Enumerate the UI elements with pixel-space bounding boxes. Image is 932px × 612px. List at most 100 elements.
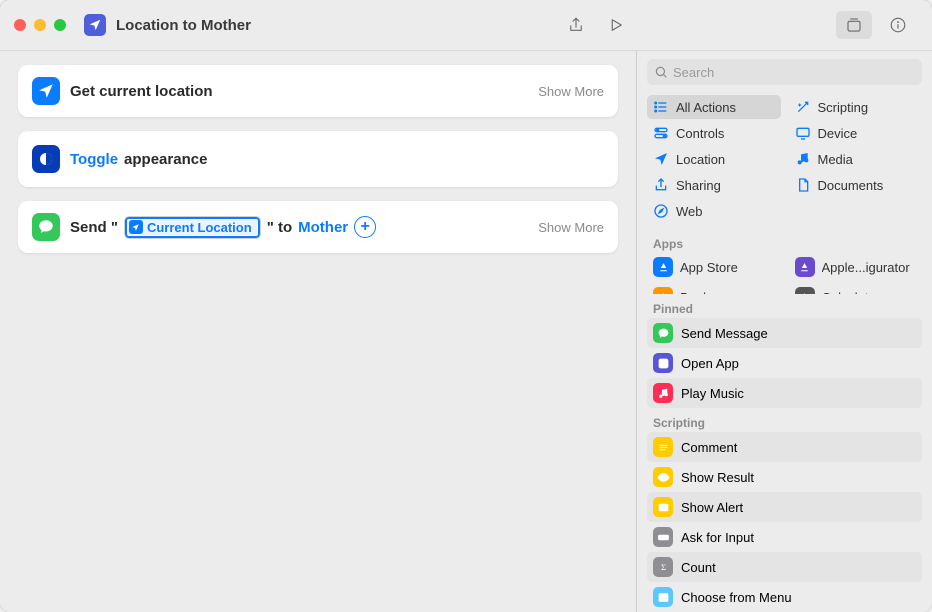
share-button[interactable] (558, 11, 594, 39)
toggle-parameter[interactable]: Toggle (70, 151, 118, 168)
action-label: Choose from Menu (681, 590, 792, 605)
action-label: Open App (681, 356, 739, 371)
app-item[interactable]: Apple...igurator (789, 253, 923, 281)
category-location[interactable]: Location (647, 147, 781, 171)
action-label: Send Message (681, 326, 768, 341)
run-button[interactable] (598, 11, 634, 39)
category-label: Media (818, 152, 853, 167)
apps-grid: App Store Apple...igurator Books Calculator (637, 253, 932, 294)
square-arrow-icon (653, 353, 673, 373)
input-icon (653, 527, 673, 547)
action-title: Toggle appearance (70, 151, 604, 168)
action-suffix: appearance (124, 151, 207, 168)
svg-text:Σ: Σ (660, 562, 665, 572)
pinned-list: Send Message Open App Play Music (637, 318, 932, 408)
app-icon (795, 257, 815, 277)
messages-icon (32, 213, 60, 241)
wand-icon (795, 99, 811, 115)
send-prefix: Send " (70, 219, 118, 236)
location-arrow-icon (32, 77, 60, 105)
traffic-lights (14, 19, 66, 31)
scripting-action[interactable]: Show Alert (647, 492, 922, 522)
scripting-action[interactable]: Σ Count (647, 552, 922, 582)
category-label: Scripting (818, 100, 869, 115)
category-web[interactable]: Web (647, 199, 781, 223)
eye-icon (653, 467, 673, 487)
action-label: Count (681, 560, 716, 575)
share-icon (653, 177, 669, 193)
app-item[interactable]: Books (647, 283, 781, 294)
category-device[interactable]: Device (789, 121, 923, 145)
actions-library-sidebar: All Actions Scripting Controls Device Locati… (636, 51, 932, 612)
category-label: Web (676, 204, 703, 219)
send-mid: " to (267, 219, 292, 236)
app-label: App Store (680, 260, 738, 275)
app-item[interactable]: App Store (647, 253, 781, 281)
action-label: Play Music (681, 386, 744, 401)
recipient-parameter[interactable]: Mother (298, 219, 348, 236)
monitor-icon (795, 125, 811, 141)
location-arrow-icon (653, 151, 669, 167)
scripting-action[interactable]: Comment (647, 432, 922, 462)
safari-icon (653, 203, 669, 219)
section-header-apps: Apps (637, 229, 932, 253)
action-label: Show Result (681, 470, 754, 485)
pinned-action[interactable]: Play Music (647, 378, 922, 408)
scripting-action[interactable]: Ask for Input (647, 522, 922, 552)
app-label: Apple...igurator (822, 260, 910, 275)
pinned-action[interactable]: Open App (647, 348, 922, 378)
category-controls[interactable]: Controls (647, 121, 781, 145)
scripting-action[interactable]: Choose from Menu (647, 582, 922, 612)
alert-icon (653, 497, 673, 517)
window-body: Get current location Show More Toggle ap… (0, 50, 932, 612)
show-more-button[interactable]: Show More (538, 220, 604, 235)
category-documents[interactable]: Documents (789, 173, 923, 197)
section-header-pinned: Pinned (637, 294, 932, 318)
action-toggle-appearance[interactable]: Toggle appearance (18, 131, 618, 187)
category-scripting[interactable]: Scripting (789, 95, 923, 119)
action-label: Comment (681, 440, 737, 455)
library-toggle-button[interactable] (836, 11, 872, 39)
variable-current-location[interactable]: Current Location (124, 216, 261, 239)
category-label: Location (676, 152, 725, 167)
shortcut-icon (84, 14, 106, 36)
category-media[interactable]: Media (789, 147, 923, 171)
minimize-window-button[interactable] (34, 19, 46, 31)
appearance-icon (32, 145, 60, 173)
section-header-scripting: Scripting (637, 408, 932, 432)
category-label: All Actions (676, 100, 736, 115)
action-label: Show Alert (681, 500, 743, 515)
app-icon (653, 257, 673, 277)
menu-icon (653, 587, 673, 607)
category-sharing[interactable]: Sharing (647, 173, 781, 197)
category-grid: All Actions Scripting Controls Device Locati… (637, 93, 932, 229)
music-icon (653, 383, 673, 403)
add-recipient-button[interactable]: + (354, 216, 376, 238)
location-arrow-icon (129, 220, 143, 234)
app-icon (795, 287, 815, 294)
pinned-action[interactable]: Send Message (647, 318, 922, 348)
category-label: Sharing (676, 178, 721, 193)
category-all[interactable]: All Actions (647, 95, 781, 119)
list-icon (653, 99, 669, 115)
message-icon (653, 323, 673, 343)
editor-canvas: Get current location Show More Toggle ap… (0, 51, 636, 612)
info-button[interactable] (880, 11, 916, 39)
search-input[interactable] (647, 59, 922, 85)
titlebar: Location to Mother (0, 0, 932, 50)
action-get-current-location[interactable]: Get current location Show More (18, 65, 618, 117)
action-send-message[interactable]: Send " Current Location " to Mother + Sh… (18, 201, 618, 253)
scripting-action[interactable]: Show Result (647, 462, 922, 492)
fullscreen-window-button[interactable] (54, 19, 66, 31)
action-title: Get current location (70, 83, 528, 100)
close-window-button[interactable] (14, 19, 26, 31)
app-icon (653, 287, 673, 294)
window-title: Location to Mother (116, 17, 251, 34)
app-item[interactable]: Calculator (789, 283, 923, 294)
show-more-button[interactable]: Show More (538, 84, 604, 99)
music-note-icon (795, 151, 811, 167)
action-label: Ask for Input (681, 530, 754, 545)
category-label: Device (818, 126, 858, 141)
sigma-icon: Σ (653, 557, 673, 577)
shortcuts-editor-window: Location to Mother (0, 0, 932, 612)
